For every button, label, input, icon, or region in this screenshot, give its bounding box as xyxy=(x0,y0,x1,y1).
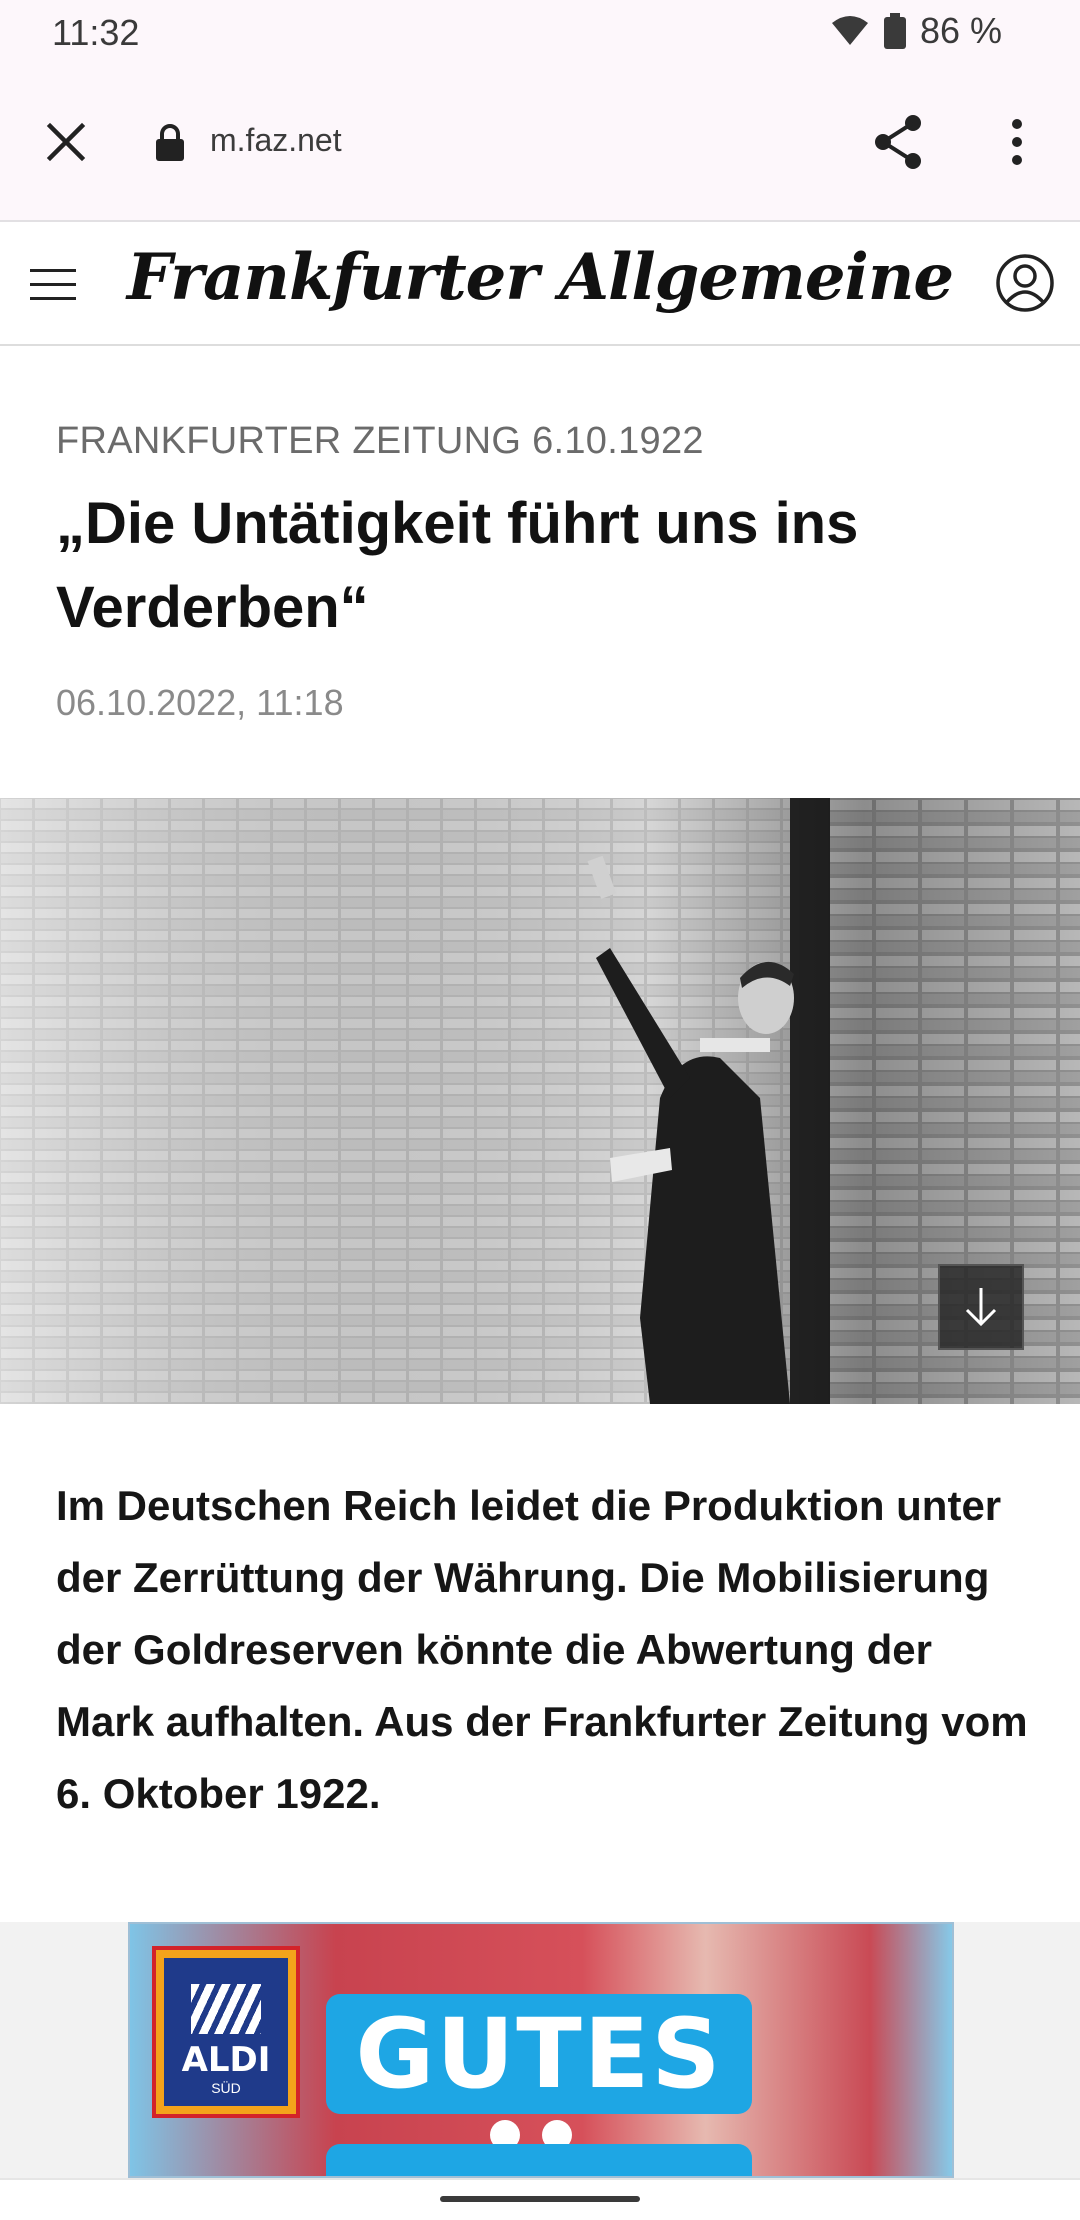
gesture-handle[interactable] xyxy=(440,2196,640,2202)
lock-icon xyxy=(156,124,184,161)
image-download-button[interactable] xyxy=(938,1264,1024,1350)
wifi-icon xyxy=(831,16,868,45)
account-icon[interactable] xyxy=(994,252,1056,314)
aldi-logo: ALDI SÜD xyxy=(152,1946,300,2118)
ad-headline: GUTES xyxy=(326,1994,752,2114)
article-headline: „Die Untätigkeit führt uns ins Verderben… xyxy=(56,491,859,640)
arrow-down-icon xyxy=(965,1288,997,1327)
status-time: 11:32 xyxy=(52,12,140,53)
close-button[interactable] xyxy=(36,112,96,172)
more-options-button[interactable] xyxy=(990,110,1044,174)
browser-toolbar: 11:32 86 % m.faz.net xyxy=(0,0,1080,222)
url-text[interactable]: m.faz.net xyxy=(210,122,342,159)
ad-brand-sub: SÜD xyxy=(211,2080,241,2096)
battery-level: 86 % xyxy=(919,10,1002,51)
ad-headline-second-line xyxy=(326,2144,752,2176)
article-teaser: Im Deutschen Reich leidet die Produktion… xyxy=(56,1482,1028,1817)
site-logo[interactable]: Frankfurter Allgemeine xyxy=(0,240,1080,315)
share-icon xyxy=(875,115,921,169)
advertisement-banner[interactable]: ALDI SÜD GUTES xyxy=(128,1922,954,2178)
close-icon xyxy=(46,122,86,162)
article-dateline: 06.10.2022, 11:18 xyxy=(56,682,344,723)
site-header: Frankfurter Allgemeine xyxy=(0,222,1080,346)
status-indicators: 86 % xyxy=(830,10,1002,52)
share-button[interactable] xyxy=(866,110,930,174)
article-hero-image[interactable] xyxy=(0,798,1080,1404)
article-kicker: FRANKFURTER ZEITUNG 6.10.1922 xyxy=(56,420,704,462)
ad-brand: ALDI xyxy=(181,2040,271,2080)
battery-icon xyxy=(883,13,906,49)
more-vert-icon xyxy=(1012,119,1022,165)
